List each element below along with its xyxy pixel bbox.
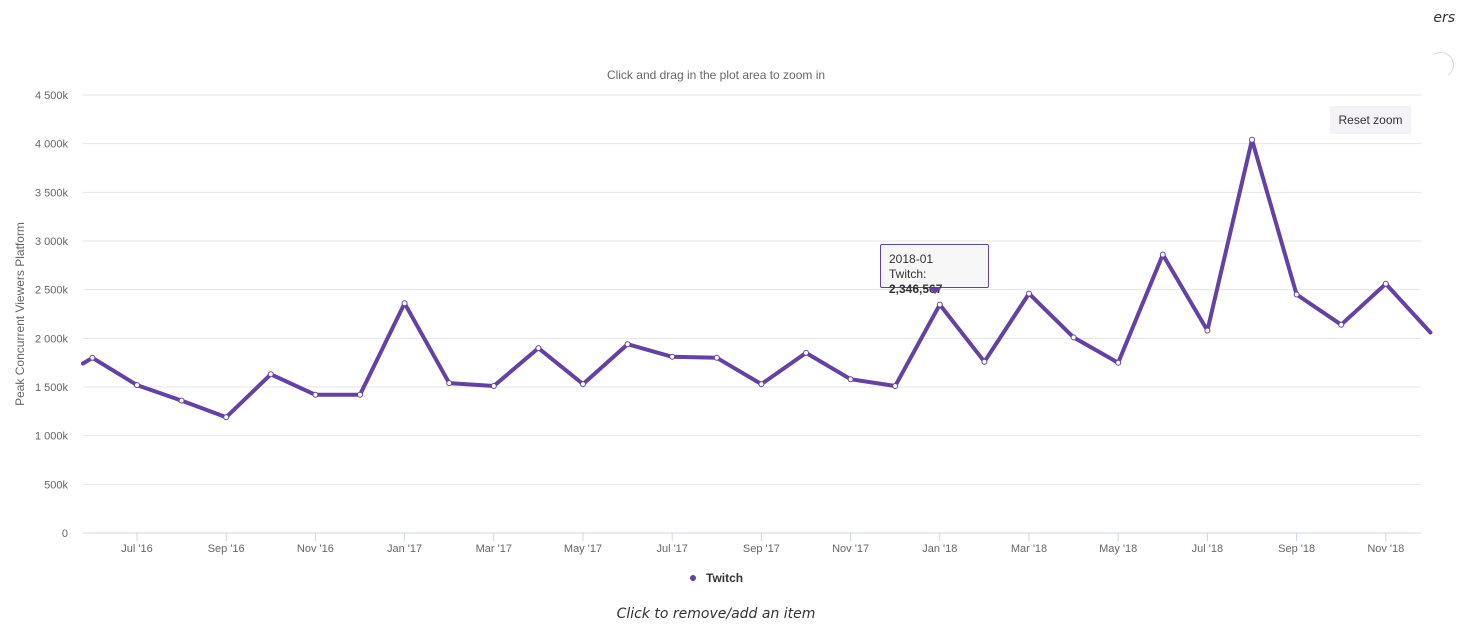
- data-point[interactable]: [624, 341, 631, 348]
- x-tick-label: Jul '16: [121, 543, 152, 555]
- legend-hint: Click to remove/add an item: [616, 606, 816, 622]
- tooltip: 2018-01 Twitch: 2,346,567: [880, 244, 989, 296]
- x-tick-label: Jul '17: [656, 543, 687, 555]
- data-point[interactable]: [1382, 280, 1389, 287]
- data-point[interactable]: [803, 349, 809, 356]
- data-point[interactable]: [446, 380, 453, 387]
- data-point[interactable]: [847, 376, 854, 383]
- x-tick-label: May '18: [1099, 543, 1137, 555]
- legend-item-twitch[interactable]: Twitch: [690, 571, 743, 585]
- tooltip-pointer: [929, 288, 941, 294]
- data-point[interactable]: [713, 354, 720, 361]
- y-tick-label: 1 500k: [35, 382, 69, 394]
- x-tick-label: Sep '18: [1278, 543, 1315, 555]
- x-axis-labels: Jul '16 Sep '16 Nov '16 Jan '17 Mar '17 May '…: [121, 543, 1404, 555]
- data-point[interactable]: [1026, 290, 1032, 297]
- data-point[interactable]: [892, 383, 899, 389]
- data-point[interactable]: [936, 301, 943, 308]
- data-point[interactable]: [89, 354, 96, 361]
- y-tick-label: 3 500k: [35, 187, 69, 199]
- x-tick-label: May '17: [564, 543, 602, 555]
- y-tick-label: 500k: [44, 479, 68, 491]
- tooltip-series-label: Twitch:: [889, 267, 927, 281]
- x-axis: [83, 532, 1421, 541]
- data-point[interactable]: [312, 391, 319, 398]
- data-point[interactable]: [401, 300, 408, 307]
- data-point[interactable]: [669, 353, 676, 360]
- x-tick-label: Nov '18: [1367, 543, 1404, 555]
- x-tick-label: Jan '17: [387, 543, 422, 555]
- data-point[interactable]: [1204, 327, 1211, 334]
- x-tick-label: Mar '18: [1011, 543, 1047, 555]
- data-point[interactable]: [1159, 251, 1166, 258]
- x-tick-label: Nov '16: [297, 543, 334, 555]
- series-twitch: [81, 136, 1433, 421]
- data-point[interactable]: [1338, 321, 1345, 328]
- y-tick-label: 1 000k: [35, 431, 69, 443]
- data-point[interactable]: [490, 383, 497, 389]
- y-tick-label: 4 000k: [35, 139, 69, 151]
- data-point[interactable]: [267, 371, 274, 378]
- data-point[interactable]: [535, 345, 542, 352]
- data-point[interactable]: [1070, 334, 1077, 341]
- legend-marker-icon: [690, 575, 696, 581]
- data-point[interactable]: [1293, 291, 1300, 298]
- grid-lines: [83, 94, 1421, 485]
- reset-zoom-button[interactable]: Reset zoom: [1330, 106, 1411, 134]
- legend-label: Twitch: [706, 571, 744, 585]
- y-tick-label: 4 500k: [35, 90, 69, 102]
- line-chart[interactable]: 0 500k 1 000k 1 500k 2 000k 2 500k 3 000k 3 500…: [0, 0, 1463, 642]
- x-tick-label: Sep '17: [743, 543, 780, 555]
- y-tick-label: 0: [62, 528, 68, 540]
- x-tick-label: Jul '18: [1192, 543, 1223, 555]
- y-tick-label: 2 500k: [35, 285, 69, 297]
- series-line: [81, 137, 1433, 420]
- x-tick-label: Mar '17: [476, 543, 512, 555]
- data-point[interactable]: [981, 358, 988, 365]
- y-axis-title: Peak Concurrent Viewers Platform: [13, 222, 27, 406]
- x-tick-label: Jan '18: [922, 543, 957, 555]
- data-point[interactable]: [758, 381, 765, 388]
- data-point[interactable]: [1115, 359, 1122, 366]
- data-point[interactable]: [178, 397, 185, 404]
- x-tick-label: Nov '17: [832, 543, 869, 555]
- y-axis-labels: 0 500k 1 000k 1 500k 2 000k 2 500k 3 000k 3 500…: [35, 90, 69, 540]
- data-point[interactable]: [223, 414, 230, 421]
- tooltip-date: 2018-01: [889, 252, 934, 266]
- data-point[interactable]: [357, 391, 363, 398]
- y-tick-label: 3 000k: [35, 236, 69, 248]
- data-point[interactable]: [1249, 136, 1255, 143]
- data-point[interactable]: [134, 382, 140, 389]
- x-tick-label: Sep '16: [208, 543, 245, 555]
- y-tick-label: 2 000k: [35, 333, 69, 345]
- data-point[interactable]: [580, 381, 586, 388]
